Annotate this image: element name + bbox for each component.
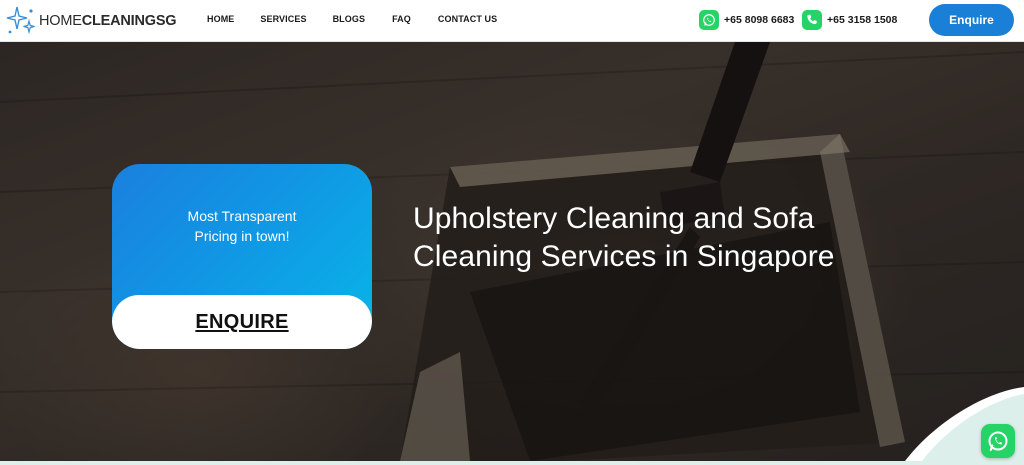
- whatsapp-icon: [988, 431, 1008, 451]
- promo-tagline-line2: Pricing in town!: [194, 228, 290, 244]
- hero-section: Most Transparent Pricing in town! ENQUIR…: [0, 42, 1024, 461]
- whatsapp-number: +65 8098 6683: [724, 14, 795, 26]
- site-header: HOMECLEANINGSG HOME SERVICES BLOGS FAQ C…: [0, 0, 1024, 42]
- whatsapp-contact[interactable]: +65 8098 6683: [699, 10, 794, 30]
- whatsapp-icon: [699, 10, 719, 30]
- brand-logo[interactable]: HOMECLEANINGSG: [5, 5, 177, 37]
- pricing-promo-card: Most Transparent Pricing in town! ENQUIR…: [112, 164, 372, 349]
- nav-blogs[interactable]: BLOGS: [333, 14, 366, 24]
- main-nav: HOME SERVICES BLOGS FAQ CONTACT US: [207, 14, 497, 24]
- nav-contact-us[interactable]: CONTACT US: [438, 14, 497, 24]
- nav-faq[interactable]: FAQ: [392, 14, 411, 24]
- phone-contact[interactable]: +65 3158 1508: [802, 10, 897, 30]
- brand-name: HOMECLEANINGSG: [39, 13, 177, 29]
- phone-number: +65 3158 1508: [827, 14, 898, 26]
- enquire-button[interactable]: Enquire: [929, 4, 1014, 36]
- nav-services[interactable]: SERVICES: [260, 14, 306, 24]
- phone-icon: [802, 10, 822, 30]
- section-divider: [0, 461, 1024, 465]
- promo-tagline: Most Transparent Pricing in town!: [112, 206, 372, 246]
- promo-tagline-line1: Most Transparent: [187, 208, 297, 224]
- card-enquire-label: ENQUIRE: [195, 310, 289, 333]
- hero-title: Upholstery Cleaning and Sofa Cleaning Se…: [413, 202, 835, 273]
- nav-home[interactable]: HOME: [207, 14, 234, 24]
- whatsapp-chat-button[interactable]: [981, 424, 1015, 458]
- sparkles-icon: [6, 6, 35, 35]
- card-enquire-button[interactable]: ENQUIRE: [112, 295, 372, 349]
